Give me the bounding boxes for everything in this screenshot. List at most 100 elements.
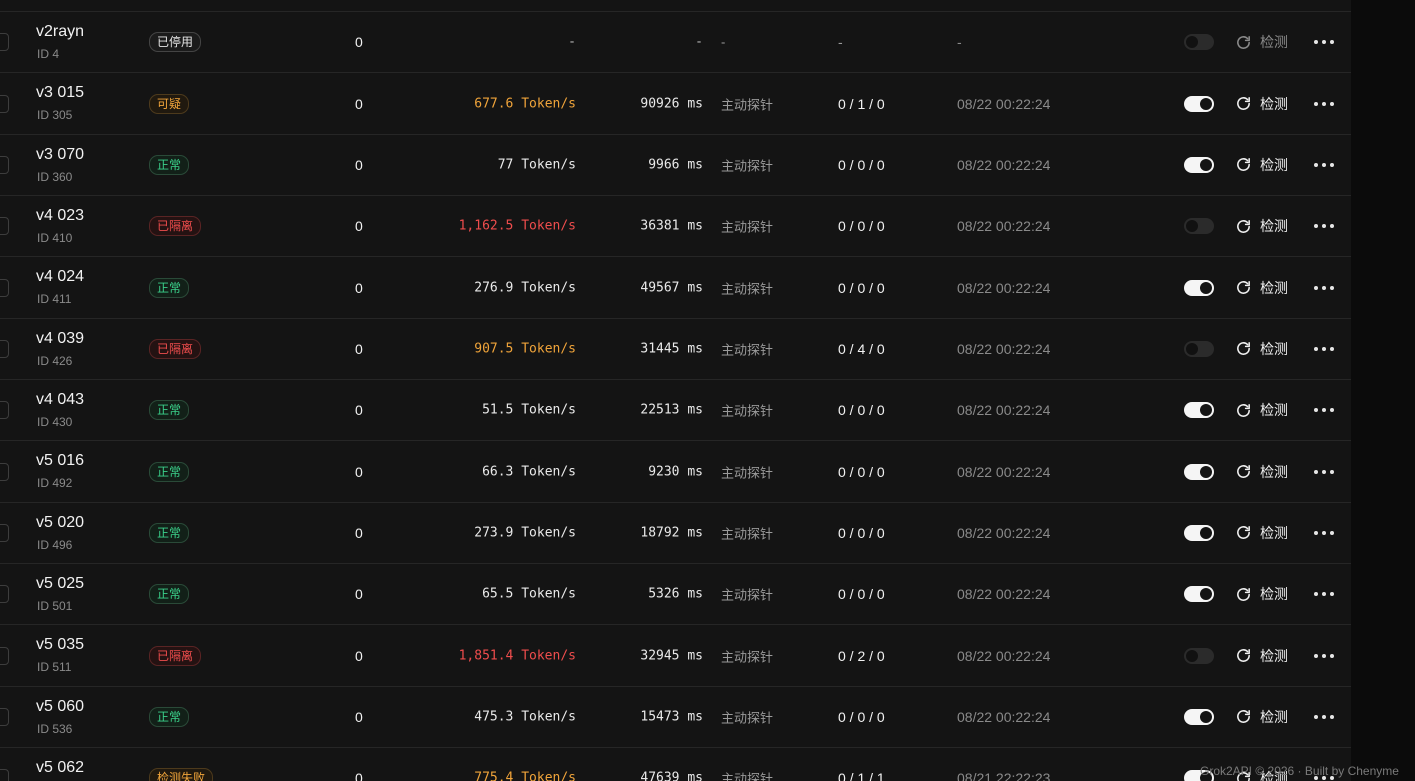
enable-toggle[interactable]	[1184, 95, 1214, 112]
row-select-checkbox[interactable]	[0, 585, 9, 604]
account-id: ID 360	[37, 169, 73, 184]
row-select-checkbox[interactable]	[0, 339, 9, 358]
probe-method: 主动探针	[721, 465, 774, 481]
refresh-icon	[1235, 34, 1252, 51]
more-actions-icon[interactable]	[1314, 162, 1334, 168]
check-button[interactable]: 检测	[1235, 216, 1288, 236]
row-select-checkbox[interactable]	[0, 217, 9, 236]
check-button[interactable]: 检测	[1235, 155, 1288, 175]
account-id: ID 501	[37, 599, 73, 614]
account-id: ID 496	[37, 537, 73, 552]
check-button[interactable]: 检测	[1235, 32, 1288, 52]
latency: 90926 ms	[640, 96, 703, 112]
toggle-knob	[1186, 36, 1198, 49]
enable-toggle[interactable]	[1184, 463, 1214, 480]
row-select-checkbox[interactable]	[0, 155, 9, 174]
token-speed: 475.3 Token/s	[474, 709, 576, 725]
enable-toggle[interactable]	[1184, 218, 1214, 235]
status-badge: 正常	[149, 584, 190, 605]
check-button-label: 检测	[1260, 95, 1288, 112]
check-button-label: 检测	[1260, 156, 1288, 173]
latency: 9230 ms	[648, 464, 703, 480]
enable-toggle[interactable]	[1184, 524, 1214, 541]
enable-toggle[interactable]	[1184, 647, 1214, 664]
row-select-checkbox[interactable]	[0, 523, 9, 542]
toggle-knob	[1186, 220, 1198, 233]
more-actions-icon[interactable]	[1314, 223, 1334, 229]
table-row: v5 062 检测失败 0 775.4 Token/s 47639 ms 主动探针 0 / …	[0, 748, 1351, 781]
probe-method: 主动探针	[721, 281, 774, 297]
more-actions-icon[interactable]	[1314, 469, 1334, 475]
last-checked-time: 08/22 00:22:24	[957, 340, 1051, 357]
more-actions-icon[interactable]	[1314, 346, 1334, 352]
enable-toggle[interactable]	[1184, 279, 1214, 296]
check-button[interactable]: 检测	[1235, 523, 1288, 543]
last-checked-time: 08/22 00:22:24	[957, 218, 1051, 235]
check-button[interactable]: 检测	[1235, 94, 1288, 114]
check-button-label: 检测	[1260, 463, 1288, 480]
request-count: 0	[355, 218, 363, 235]
table-row: v4 023 ID 410 已隔离 0 1,162.5 Token/s 36381 ms 主…	[0, 196, 1351, 258]
more-actions-icon[interactable]	[1314, 407, 1334, 413]
status-badge: 已隔离	[149, 216, 202, 237]
enable-toggle[interactable]	[1184, 34, 1214, 51]
request-count: 0	[355, 463, 363, 480]
row-select-checkbox[interactable]	[0, 278, 9, 297]
enable-toggle[interactable]	[1184, 586, 1214, 603]
account-id: ID 492	[37, 476, 73, 491]
check-button[interactable]: 检测	[1235, 707, 1288, 727]
row-select-checkbox[interactable]	[0, 769, 9, 781]
last-checked-time: 08/22 00:22:24	[957, 463, 1051, 480]
enable-toggle[interactable]	[1184, 340, 1214, 357]
token-speed: 1,162.5 Token/s	[458, 218, 576, 234]
row-select-checkbox[interactable]	[0, 33, 9, 52]
more-actions-icon[interactable]	[1314, 285, 1334, 291]
more-actions-icon[interactable]	[1314, 530, 1334, 536]
check-button[interactable]: 检测	[1235, 400, 1288, 420]
account-id: ID 410	[37, 231, 73, 246]
check-button-label: 检测	[1260, 218, 1288, 235]
check-button[interactable]: 检测	[1235, 462, 1288, 482]
row-select-checkbox[interactable]	[0, 707, 9, 726]
request-count: 0	[355, 586, 363, 603]
check-button[interactable]: 检测	[1235, 646, 1288, 666]
probe-method: 主动探针	[721, 219, 774, 235]
check-button[interactable]: 检测	[1235, 339, 1288, 359]
more-actions-icon[interactable]	[1314, 653, 1334, 659]
check-button-label: 检测	[1260, 279, 1288, 296]
refresh-icon	[1235, 279, 1252, 296]
latency: 47639 ms	[640, 770, 703, 781]
check-button[interactable]: 检测	[1235, 278, 1288, 298]
toggle-knob	[1200, 465, 1212, 478]
enable-toggle[interactable]	[1184, 402, 1214, 419]
refresh-icon	[1235, 95, 1252, 112]
row-select-checkbox[interactable]	[0, 94, 9, 113]
more-actions-icon[interactable]	[1314, 39, 1334, 45]
result-ratio: 0 / 0 / 0	[838, 586, 885, 603]
refresh-icon	[1235, 218, 1252, 235]
more-actions-icon[interactable]	[1314, 714, 1334, 720]
enable-toggle[interactable]	[1184, 708, 1214, 725]
status-badge: 正常	[149, 706, 190, 727]
refresh-icon	[1235, 586, 1252, 603]
row-select-checkbox[interactable]	[0, 401, 9, 420]
result-ratio: 0 / 0 / 0	[838, 156, 885, 173]
token-speed: 1,851.4 Token/s	[458, 648, 576, 664]
row-select-checkbox[interactable]	[0, 646, 9, 665]
refresh-icon	[1235, 708, 1252, 725]
status-badge: 检测失败	[149, 768, 214, 781]
account-id: ID 305	[37, 108, 73, 123]
more-actions-icon[interactable]	[1314, 101, 1334, 107]
more-actions-icon[interactable]	[1314, 591, 1334, 597]
table-row: v4 039 ID 426 已隔离 0 907.5 Token/s 31445 ms 主动探…	[0, 319, 1351, 381]
result-ratio: 0 / 1 / 0	[838, 95, 885, 112]
latency: 32945 ms	[640, 648, 703, 664]
row-select-checkbox[interactable]	[0, 462, 9, 481]
accounts-table-body: v2rayn ID 4 已停用 0 - - - - - 检测 v3 015 ID 305 可疑 0 677.…	[0, 12, 1351, 781]
toggle-knob	[1186, 342, 1198, 355]
result-ratio: 0 / 1 / 1	[838, 770, 885, 781]
result-ratio: 0 / 4 / 0	[838, 340, 885, 357]
result-ratio: 0 / 0 / 0	[838, 524, 885, 541]
enable-toggle[interactable]	[1184, 156, 1214, 173]
check-button[interactable]: 检测	[1235, 584, 1288, 604]
